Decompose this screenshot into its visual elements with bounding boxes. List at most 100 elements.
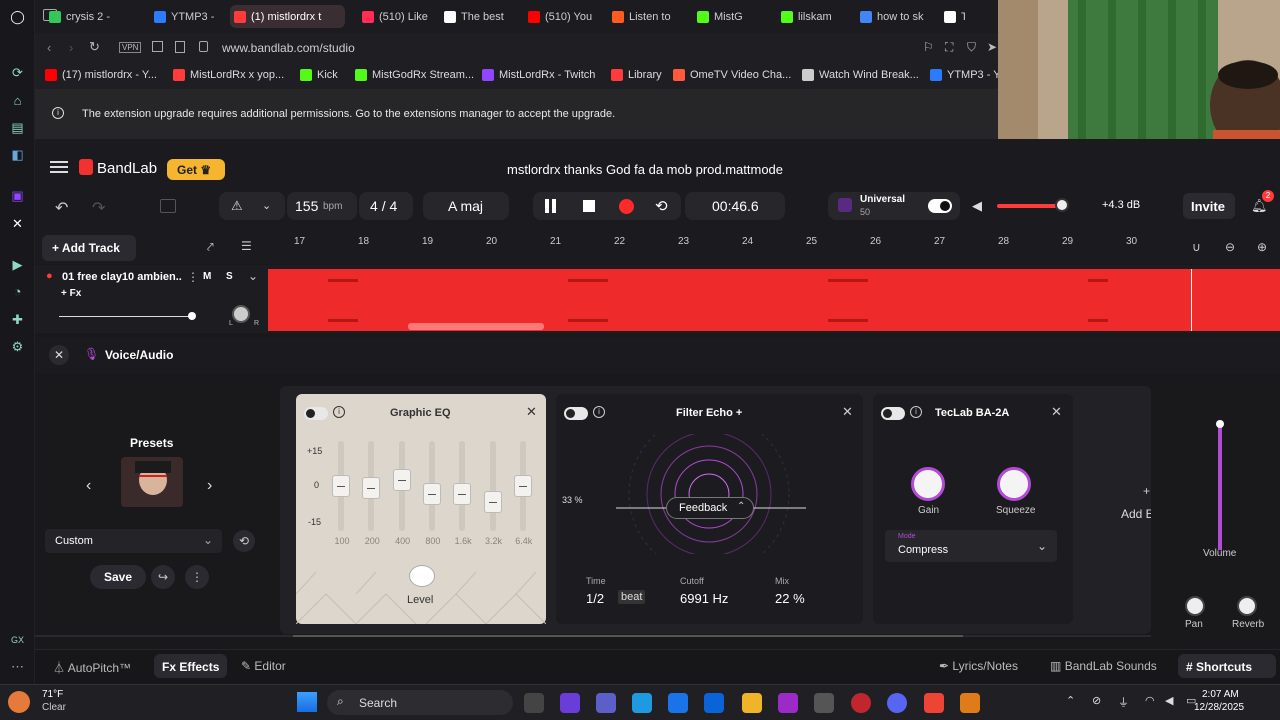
clock-time[interactable]: 2:07 AM	[1202, 689, 1239, 700]
master-volume-slider[interactable]	[997, 198, 1069, 212]
twitch-icon[interactable]: ▣	[9, 187, 26, 204]
eq-band-handle[interactable]	[513, 475, 532, 497]
tray-app-icon[interactable]: ⊘	[1092, 694, 1101, 707]
zoom-in-icon[interactable]: ⊕	[1257, 240, 1267, 254]
bookmark-item[interactable]: MistLordRx - Twitch	[482, 69, 595, 81]
eq-band-fader[interactable]	[483, 441, 502, 531]
automation-icon[interactable]: ⤤	[207, 240, 214, 255]
cutoff-value[interactable]: 6991 Hz	[680, 591, 728, 606]
task-view-icon[interactable]	[524, 693, 544, 713]
bookmark-item[interactable]: MistLordRx x yop...	[173, 69, 284, 81]
history-icon[interactable]: ◔	[9, 283, 26, 300]
settings-icon[interactable]: ⚙	[9, 338, 26, 355]
volume-thumb[interactable]	[1216, 420, 1224, 428]
eq-band-fader[interactable]	[513, 441, 532, 531]
volume-tray-icon[interactable]: ◀	[1165, 694, 1173, 707]
share-icon[interactable]: ↪	[151, 565, 175, 589]
send-icon[interactable]: ➤	[987, 40, 997, 54]
preset-more-icon[interactable]: ⋮	[185, 565, 209, 589]
bookmark-item[interactable]: YTMP3 - Y	[930, 69, 1001, 81]
streamlabs-icon[interactable]	[924, 693, 944, 713]
bookmark-item[interactable]: OmeTV Video Cha...	[673, 69, 791, 81]
teclab-mode-select[interactable]: Mode Compress ⌄	[885, 530, 1057, 562]
fl-studio-icon[interactable]	[960, 693, 980, 713]
refresh-sidebar-icon[interactable]: ⟳	[9, 64, 26, 81]
redo-icon[interactable]: ↷	[92, 198, 105, 218]
teclab-info-icon[interactable]: i	[910, 406, 922, 418]
eq-band-fader[interactable]	[362, 441, 381, 531]
layers-icon[interactable]: ▤	[9, 119, 26, 136]
mute-button[interactable]: M	[203, 271, 211, 282]
audio-region[interactable]	[268, 269, 1280, 331]
master-volume-thumb[interactable]	[1055, 198, 1069, 212]
forward-icon[interactable]: ›	[69, 40, 73, 55]
geq-close-icon[interactable]: ✕	[526, 404, 537, 420]
next-preset-icon[interactable]: ›	[207, 477, 212, 495]
print-icon[interactable]	[175, 41, 185, 53]
time-value-echo[interactable]: 1/2	[586, 591, 604, 606]
weather-icon[interactable]	[8, 691, 30, 713]
dropbox-icon[interactable]	[668, 693, 688, 713]
add-track-button[interactable]: + Add Track	[42, 235, 136, 261]
clock-date[interactable]: 12/28/2025	[1194, 702, 1244, 713]
browser-tab[interactable]: The best	[440, 5, 510, 28]
teclab-close-icon[interactable]: ✕	[1051, 404, 1062, 420]
copilot-icon[interactable]	[560, 693, 580, 713]
pause-icon[interactable]	[545, 199, 549, 213]
get-membership-button[interactable]: Get ♛	[167, 159, 225, 180]
eq-band-fader[interactable]	[392, 441, 411, 531]
zoom-out-icon[interactable]: ⊖	[1225, 240, 1235, 254]
browser-tab[interactable]: how to sk	[856, 5, 931, 28]
gain-knob[interactable]	[911, 467, 945, 501]
tray-chevron-icon[interactable]: ⌃	[1066, 694, 1075, 707]
track-pan-knob[interactable]	[232, 305, 250, 323]
eq-band-fader[interactable]	[332, 441, 350, 531]
key-control[interactable]: A maj	[423, 192, 509, 220]
reload-icon[interactable]: ↻	[89, 39, 100, 55]
time-unit[interactable]: beat	[618, 590, 646, 604]
add-effect-label[interactable]: Add E	[1121, 507, 1151, 521]
universal-sync-control[interactable]: Universal 50	[828, 192, 960, 220]
autopitch-tab[interactable]: ⏃ AutoPitch™	[53, 659, 131, 676]
mix-value[interactable]: 22 %	[775, 591, 805, 606]
browser-tab[interactable]: crysis 2 -	[45, 5, 130, 28]
preset-reset-icon[interactable]: ⟲	[233, 530, 255, 552]
browser-tab[interactable]: T	[940, 5, 965, 28]
metronome-control[interactable]: ⚠ ⌄	[219, 192, 285, 220]
pin-icon[interactable]: ⚐	[923, 40, 934, 54]
record-icon[interactable]	[619, 199, 634, 214]
browser-tab[interactable]: (510) You	[524, 5, 594, 28]
menu-icon[interactable]	[50, 161, 68, 163]
loop-icon[interactable]: ⟲	[655, 197, 668, 215]
eq-band-handle[interactable]	[332, 475, 350, 497]
x-twitter-icon[interactable]: ✕	[9, 215, 26, 232]
echo-mode-select[interactable]: Feedback ⌃	[666, 497, 754, 519]
close-panel-icon[interactable]: ✕	[49, 345, 69, 365]
file-explorer-icon[interactable]	[742, 693, 762, 713]
editor-tab[interactable]: ✎ Editor	[241, 659, 286, 673]
prev-preset-icon[interactable]: ‹	[86, 477, 91, 495]
loop-library-icon[interactable]	[160, 199, 176, 213]
geq-info-icon[interactable]: i	[333, 406, 345, 418]
url-text[interactable]: www.bandlab.com/studio	[222, 41, 355, 55]
invite-button[interactable]: Invite	[1183, 193, 1235, 219]
eq-band-handle[interactable]	[362, 477, 381, 499]
echo-close-icon[interactable]: ✕	[842, 404, 853, 420]
tray-mic-icon[interactable]: ⏚	[1118, 694, 1129, 710]
rack-scrollbar[interactable]	[35, 635, 1151, 637]
browser-tab[interactable]: MistG	[693, 5, 763, 28]
snapshot-icon[interactable]	[152, 41, 163, 52]
bookmark-item[interactable]: Library	[611, 69, 662, 81]
discord-icon[interactable]	[887, 693, 907, 713]
back-icon[interactable]: ‹	[47, 40, 51, 55]
camera-icon[interactable]	[814, 693, 834, 713]
eq-band-handle[interactable]	[453, 483, 472, 505]
bag-icon[interactable]: ⌂	[9, 92, 26, 109]
clipchamp-icon[interactable]	[778, 693, 798, 713]
echo-toggle[interactable]	[564, 406, 588, 421]
speaker-icon[interactable]: ◀	[972, 198, 982, 214]
eq-band-handle[interactable]	[483, 491, 502, 513]
eq-band-handle[interactable]	[392, 469, 411, 491]
geq-toggle[interactable]	[304, 406, 328, 421]
reverb-knob[interactable]	[1237, 596, 1257, 616]
